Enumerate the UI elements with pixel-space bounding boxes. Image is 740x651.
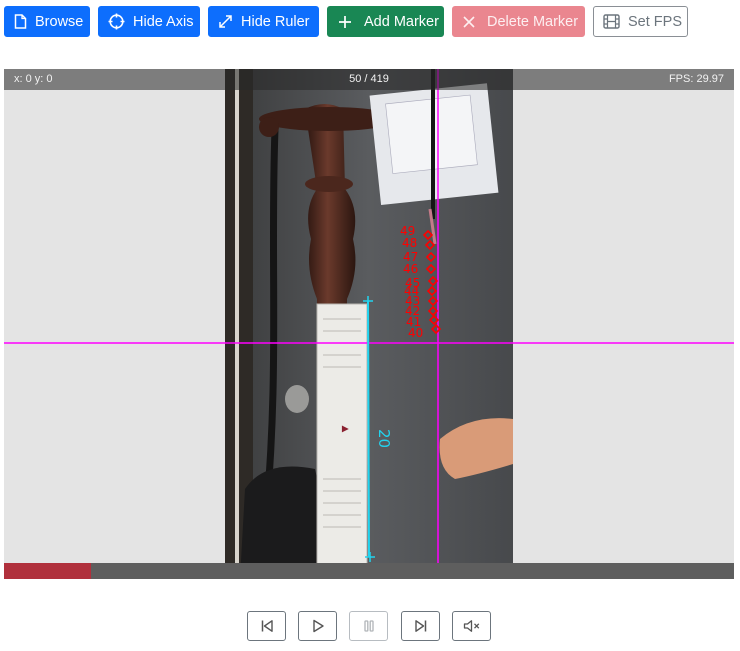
marker-label: 48 xyxy=(402,236,417,250)
film-icon xyxy=(603,14,620,29)
pause-icon xyxy=(363,620,374,632)
marker-label: 45 xyxy=(405,276,420,290)
play-button[interactable] xyxy=(298,611,337,641)
hide-axis-label: Hide Axis xyxy=(133,13,194,30)
ruler-length-label: 20 xyxy=(375,429,393,448)
marker-label: 46 xyxy=(403,262,418,276)
fps-readout: FPS: 29.97 xyxy=(668,73,724,85)
progress-fill xyxy=(4,563,91,579)
add-marker-button[interactable]: Add Marker xyxy=(327,6,444,37)
marker-layer: 40414243444546474849 xyxy=(400,224,442,340)
marker-diamond xyxy=(430,323,442,335)
ruler[interactable] xyxy=(363,296,375,562)
annotation-overlay: 20 40414243444546474849 xyxy=(4,69,734,579)
crosshair-icon xyxy=(108,13,125,30)
marker-diamond xyxy=(424,239,436,251)
marker-diamond xyxy=(428,314,440,326)
browse-button[interactable]: Browse xyxy=(4,6,90,37)
hide-ruler-button[interactable]: Hide Ruler xyxy=(208,6,319,37)
browse-label: Browse xyxy=(35,13,84,30)
x-icon xyxy=(463,15,475,28)
delete-marker-label: Delete Marker xyxy=(487,13,579,30)
delete-marker-button[interactable]: Delete Marker xyxy=(452,6,585,37)
set-fps-button[interactable]: Set FPS xyxy=(593,6,688,37)
skip-start-icon xyxy=(261,620,273,632)
marker-label: 49 xyxy=(400,224,415,238)
skip-start-button[interactable] xyxy=(247,611,286,641)
trajectory-marker[interactable]: 47 xyxy=(403,250,437,264)
play-icon xyxy=(312,619,324,633)
add-marker-label: Add Marker xyxy=(364,13,439,30)
frame-counter: 50 / 419 xyxy=(349,73,389,85)
marker-diamond xyxy=(422,229,434,241)
playback-controls xyxy=(0,610,740,642)
mute-button[interactable] xyxy=(452,611,491,641)
trajectory-marker[interactable]: 46 xyxy=(403,262,437,276)
marker-label: 47 xyxy=(403,250,418,264)
progress-bar[interactable] xyxy=(4,563,734,579)
marker-diamond xyxy=(426,285,438,297)
marker-diamond xyxy=(425,251,437,263)
marker-diamond xyxy=(427,275,439,287)
file-icon xyxy=(14,14,27,29)
set-fps-label: Set FPS xyxy=(628,13,682,30)
hide-ruler-label: Hide Ruler xyxy=(241,13,310,30)
arrows-expand-icon xyxy=(219,15,232,28)
plus-icon xyxy=(339,15,351,28)
pause-button[interactable] xyxy=(349,611,388,641)
marker-diamond xyxy=(427,295,439,307)
video-stage[interactable]: x: 0 y: 0 50 / 419 FPS: 29.97 ▲ 20 40 41… xyxy=(4,69,734,579)
skip-end-button[interactable] xyxy=(401,611,440,641)
hide-axis-button[interactable]: Hide Axis xyxy=(98,6,200,37)
toolbar: Browse Hide Axis Hide Ruler Add Marker D… xyxy=(0,0,740,44)
volume-mute-icon xyxy=(463,620,479,632)
marker-diamond xyxy=(427,305,439,317)
video-info-bar: x: 0 y: 0 50 / 419 FPS: 29.97 xyxy=(4,69,734,90)
skip-end-icon xyxy=(414,620,426,632)
marker-diamond xyxy=(425,263,437,275)
